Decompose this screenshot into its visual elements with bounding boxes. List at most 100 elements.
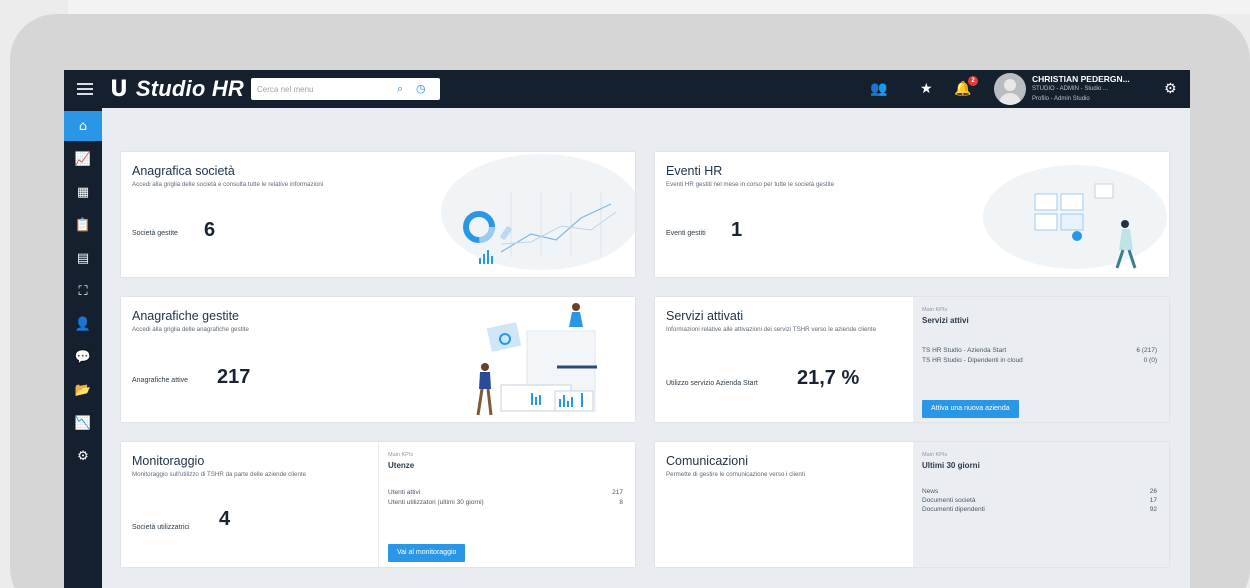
app-screen: U Studio HR ⌕ ◷ 👥 ★ 🔔 2 CHRISTIAN PEDERG… <box>64 70 1190 588</box>
card-title: Comunicazioni <box>666 454 748 468</box>
search-icon[interactable]: ⌕ <box>397 82 403 96</box>
metric-label: Utilizzo servizio Azienda Start <box>666 380 758 387</box>
sidebar-item-list[interactable]: ▤ <box>64 243 102 273</box>
sidebar-item-home[interactable]: ⌂ <box>64 111 102 141</box>
metric-value: 21,7 % <box>797 367 860 389</box>
kpi-title: Ultimi 30 giorni <box>922 461 980 470</box>
card-eventi-hr[interactable]: Eventi HR Eventi HR gestiti nel mese in … <box>655 152 1169 277</box>
card-description: Permette di gestire le comunicazione ver… <box>666 471 805 478</box>
kpi-caption: Main KPIs <box>922 452 948 458</box>
kpi-row-label: TS HR Studio - Azienda Start <box>922 347 1007 354</box>
metric-value: 217 <box>217 366 251 388</box>
metric-label: Anagrafiche attive <box>132 377 189 384</box>
events-illustration <box>983 165 1167 269</box>
sidebar-item-clipboard[interactable]: 📋 <box>64 210 102 240</box>
clock-icon[interactable]: ◷ <box>416 82 426 95</box>
app-logo[interactable]: U Studio HR <box>110 76 244 102</box>
list-icon: ▤ <box>76 250 90 266</box>
kpi-title: Servizi attivi <box>922 316 969 325</box>
app-title: Studio HR <box>135 76 244 101</box>
kpi-title: Utenze <box>388 461 415 470</box>
sidebar-item-building[interactable]: ▦ <box>64 177 102 207</box>
kpi-row: TS HR Studio - Dipendenti in cloud 0 (0) <box>922 357 1157 364</box>
kpi-row-value: 92 <box>1149 506 1157 513</box>
org-chart-icon: ⛶ <box>78 283 88 299</box>
go-to-monitoring-button[interactable]: Vai al monitoraggio <box>388 544 466 562</box>
card-description: Accedi alla griglia delle anagrafiche ge… <box>132 326 249 333</box>
kpi-row-value: 6 (217) <box>1136 347 1157 354</box>
activate-company-button[interactable]: Attiva una nuova azienda <box>922 400 1019 418</box>
sidebar-item-settings[interactable]: ⚙ <box>64 441 102 471</box>
kpi-panel: Main KPIs Utenze Utenti attivi 217 Utent… <box>378 442 635 567</box>
card-comunicazioni[interactable]: Comunicazioni Permette di gestire le com… <box>655 442 1169 567</box>
hamburger-icon[interactable] <box>77 80 93 98</box>
gear-icon[interactable]: ⚙ <box>1164 80 1177 98</box>
kpi-row: Utenti attivi 217 <box>388 489 623 496</box>
card-description: Eventi HR gestiti nel mese in corso per … <box>666 181 835 188</box>
card-anagrafica-societa[interactable]: Anagrafica società Accedi alla griglia d… <box>121 152 635 277</box>
analytics-icon: 📉 <box>74 415 92 431</box>
card-description: Monitoraggio sull'utilizzo di TSHR da pa… <box>132 471 307 478</box>
star-icon[interactable]: ★ <box>920 80 933 98</box>
search-box: ⌕ ◷ <box>251 78 440 100</box>
kpi-row: Documenti società 17 <box>922 497 1157 504</box>
card-title: Anagrafiche gestite <box>132 309 240 323</box>
sidebar-item-users[interactable]: 👤 <box>64 309 102 339</box>
card-title: Monitoraggio <box>132 454 205 468</box>
chat-icon: 💬 <box>74 349 92 365</box>
kpi-row-label: Documenti società <box>922 497 976 504</box>
kpi-row: Documenti dipendenti 92 <box>922 506 1157 513</box>
kpi-row-value: 8 <box>619 499 623 506</box>
top-navigation-bar: U Studio HR ⌕ ◷ 👥 ★ 🔔 2 CHRISTIAN PEDERG… <box>64 70 1190 108</box>
card-description: Accedi alla griglia delle società e cons… <box>132 181 324 188</box>
sidebar-item-org-chart[interactable]: ⛶ <box>64 276 102 306</box>
metric-value: 6 <box>204 219 216 241</box>
top-strip <box>68 0 1250 14</box>
kpi-row-value: 26 <box>1149 488 1157 495</box>
card-monitoraggio[interactable]: Monitoraggio Monitoraggio sull'utilizzo … <box>121 442 635 567</box>
kpi-caption: Main KPIs <box>922 307 948 313</box>
user-check-icon: 👤 <box>74 316 92 332</box>
search-input[interactable] <box>251 78 391 100</box>
kpi-row-value: 17 <box>1149 497 1157 504</box>
kpi-row: Utenti utilizzatori (ultimi 30 giorni) 8 <box>388 499 623 506</box>
sidebar-item-folder[interactable]: 📂 <box>64 375 102 405</box>
card-servizi-attivati[interactable]: Servizi attivati Informazioni relative a… <box>655 297 1169 422</box>
notification-badge: 2 <box>968 76 978 86</box>
clipboard-icon: 📋 <box>74 217 92 233</box>
kpi-row: TS HR Studio - Azienda Start 6 (217) <box>922 347 1157 354</box>
metric-label: Eventi gestiti <box>666 230 706 237</box>
card-anagrafiche-gestite[interactable]: Anagrafiche gestite Accedi alla griglia … <box>121 297 635 422</box>
charts-illustration <box>441 154 635 270</box>
kpi-row-label: News <box>922 488 939 495</box>
users-icon[interactable]: 👥 <box>870 80 887 98</box>
avatar[interactable] <box>994 73 1026 105</box>
card-title: Anagrafica società <box>132 164 235 178</box>
metric-label: Società utilizzatrici <box>132 524 190 531</box>
kpi-row-label: Utenti attivi <box>388 489 421 496</box>
kpi-caption: Main KPIs <box>388 452 414 458</box>
card-title: Servizi attivati <box>666 309 744 323</box>
building-icon: ▦ <box>76 184 90 200</box>
card-title: Eventi HR <box>666 164 723 178</box>
kpi-panel: Main KPIs Servizi attivi TS HR Studio - … <box>913 297 1169 422</box>
home-icon: ⌂ <box>78 118 88 134</box>
metric-label: Società gestite <box>132 230 178 237</box>
people-illustration <box>476 303 597 416</box>
logo-mark-icon: U <box>110 76 128 102</box>
sidebar-item-chart[interactable]: 📈 <box>64 144 102 174</box>
metric-value: 1 <box>731 219 743 241</box>
user-name[interactable]: CHRISTIAN PEDERGN... <box>1032 74 1130 84</box>
sidebar: ⌂ 📈 ▦ 📋 ▤ ⛶ 👤 💬 📂 📉 ⚙ <box>64 108 102 588</box>
card-description: Informazioni relative alle attivazioni d… <box>666 326 877 333</box>
kpi-row-label: TS HR Studio - Dipendenti in cloud <box>922 357 1023 364</box>
kpi-row-label: Utenti utilizzatori (ultimi 30 giorni) <box>388 499 484 506</box>
sidebar-item-chat[interactable]: 💬 <box>64 342 102 372</box>
chart-icon: 📈 <box>74 151 92 167</box>
user-profile: Profilo - Admin Studio <box>1032 96 1090 102</box>
kpi-row-label: Documenti dipendenti <box>922 506 985 513</box>
sidebar-item-analytics[interactable]: 📉 <box>64 408 102 438</box>
kpi-row: News 26 <box>922 488 1157 495</box>
kpi-row-value: 217 <box>612 489 623 496</box>
settings-icon: ⚙ <box>77 448 89 464</box>
